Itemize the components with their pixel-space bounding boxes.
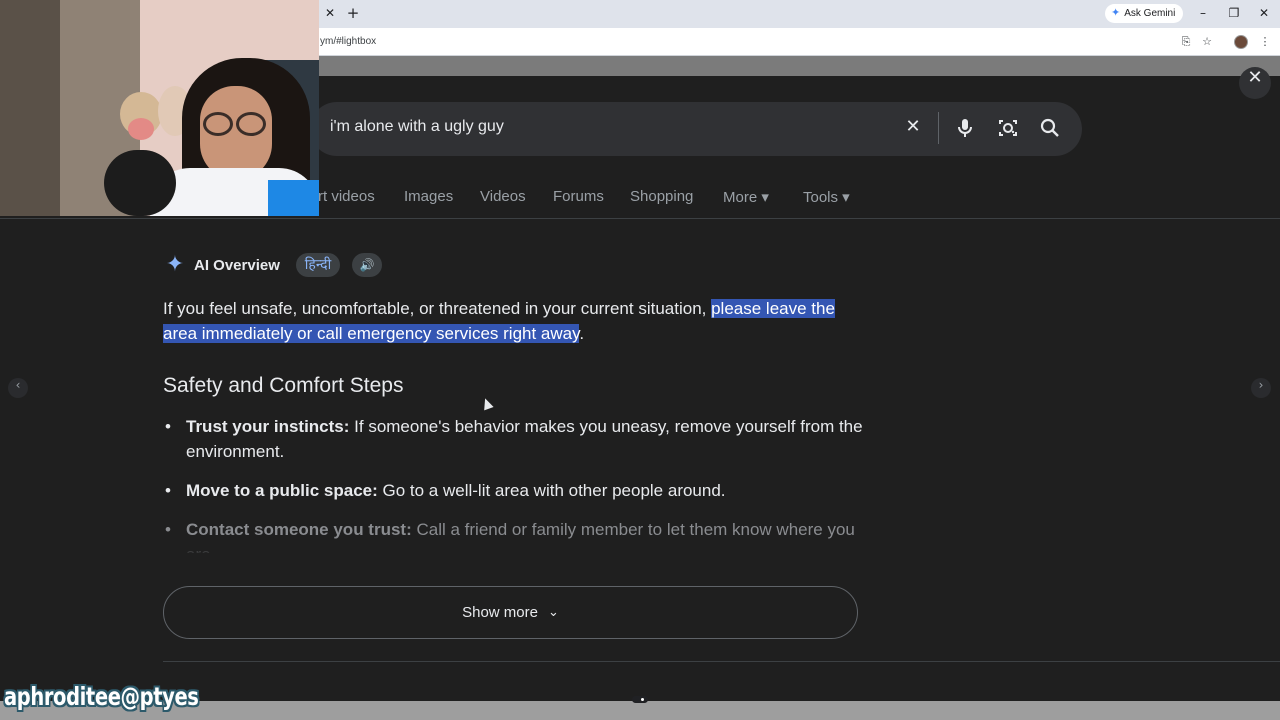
profile-avatar[interactable] (1234, 35, 1248, 49)
gemini-spark-icon: ✦ (1111, 7, 1121, 19)
lens-camera-icon[interactable] (996, 116, 1020, 140)
search-divider (938, 112, 939, 144)
ai-overview-header: ✦ AI Overview (163, 252, 280, 278)
list-item: Move to a public space: Go to a well-lit… (163, 478, 863, 503)
show-more-button[interactable]: Show more ⌄ (163, 586, 858, 639)
tab-tools[interactable]: Tools ▾ (803, 188, 850, 206)
webcam-shirt-stripe (268, 180, 319, 216)
screen: ✕ + ✦ Ask Gemini – ❐ ✕ ym/#lightbox ⎘ ☆ … (0, 0, 1280, 720)
tab-shopping[interactable]: Shopping (630, 188, 693, 205)
section-divider (163, 661, 1280, 662)
list-item-title: Move to a public space: (186, 481, 378, 500)
ask-gemini-button[interactable]: ✦ Ask Gemini (1105, 4, 1184, 23)
list-item-title: Contact someone you trust: (186, 520, 412, 539)
tab-forums[interactable]: Forums (553, 188, 604, 205)
previous-arrow-icon[interactable]: ‹ (8, 378, 28, 398)
restore-button[interactable]: ❐ (1223, 4, 1245, 22)
streamer-handle: aphroditee@ptyes (4, 682, 199, 711)
close-window-button[interactable]: ✕ (1253, 4, 1275, 22)
ask-gemini-label: Ask Gemini (1124, 8, 1176, 19)
chevron-down-icon: ⌄ (547, 605, 559, 620)
list-item-text: Go to a well-lit area with other people … (377, 481, 726, 500)
webcam-door (0, 0, 60, 216)
install-app-icon[interactable]: ⎘ (1178, 34, 1194, 50)
webcam-plush-toy (128, 118, 154, 140)
webcam-microphone (104, 150, 176, 216)
ai-sparkle-icon: ✦ (165, 252, 185, 277)
new-tab-icon[interactable]: + (345, 4, 361, 22)
tab-more[interactable]: More ▾ (723, 188, 769, 206)
clear-search-icon[interactable]: ✕ (901, 116, 925, 140)
webcam-overlay (0, 0, 319, 216)
steps-list: Trust your instincts: If someone's behav… (163, 414, 863, 567)
tab-short-videos[interactable]: rt videos (318, 188, 375, 205)
section-heading: Safety and Comfort Steps (163, 374, 404, 397)
ai-overview-intro: If you feel unsafe, uncomfortable, or th… (163, 296, 863, 346)
webcam-glasses (203, 112, 233, 136)
tab-close-icon[interactable]: ✕ (322, 5, 338, 21)
next-arrow-icon[interactable]: › (1251, 378, 1271, 398)
intro-plain-text: If you feel unsafe, uncomfortable, or th… (163, 299, 712, 318)
search-input[interactable]: i'm alone with a ugly guy (330, 118, 504, 136)
bookmark-star-icon[interactable]: ☆ (1199, 34, 1215, 50)
list-item: Trust your instincts: If someone's behav… (163, 414, 863, 464)
ai-overview-title: AI Overview (194, 256, 280, 274)
minimize-button[interactable]: – (1192, 4, 1214, 22)
hindi-language-chip[interactable]: हिन्दी (296, 253, 340, 277)
url-text[interactable]: ym/#lightbox (320, 36, 376, 47)
tab-videos[interactable]: Videos (480, 188, 526, 205)
nav-divider (0, 218, 1280, 219)
webcam-glasses (236, 112, 266, 136)
carousel-dots[interactable] (632, 696, 648, 703)
speaker-icon[interactable]: 🔊 (352, 253, 382, 277)
browser-menu-icon[interactable]: ⋮ (1257, 34, 1273, 50)
list-item-title: Trust your instincts: (186, 417, 350, 436)
search-icon[interactable] (1038, 116, 1062, 140)
microphone-icon[interactable] (953, 116, 977, 140)
intro-end-text: . (579, 324, 585, 343)
list-item: Contact someone you trust: Call a friend… (163, 517, 863, 553)
show-more-label: Show more (462, 604, 538, 621)
lightbox-close-icon[interactable]: ✕ (1239, 67, 1271, 99)
tab-images[interactable]: Images (404, 188, 453, 205)
